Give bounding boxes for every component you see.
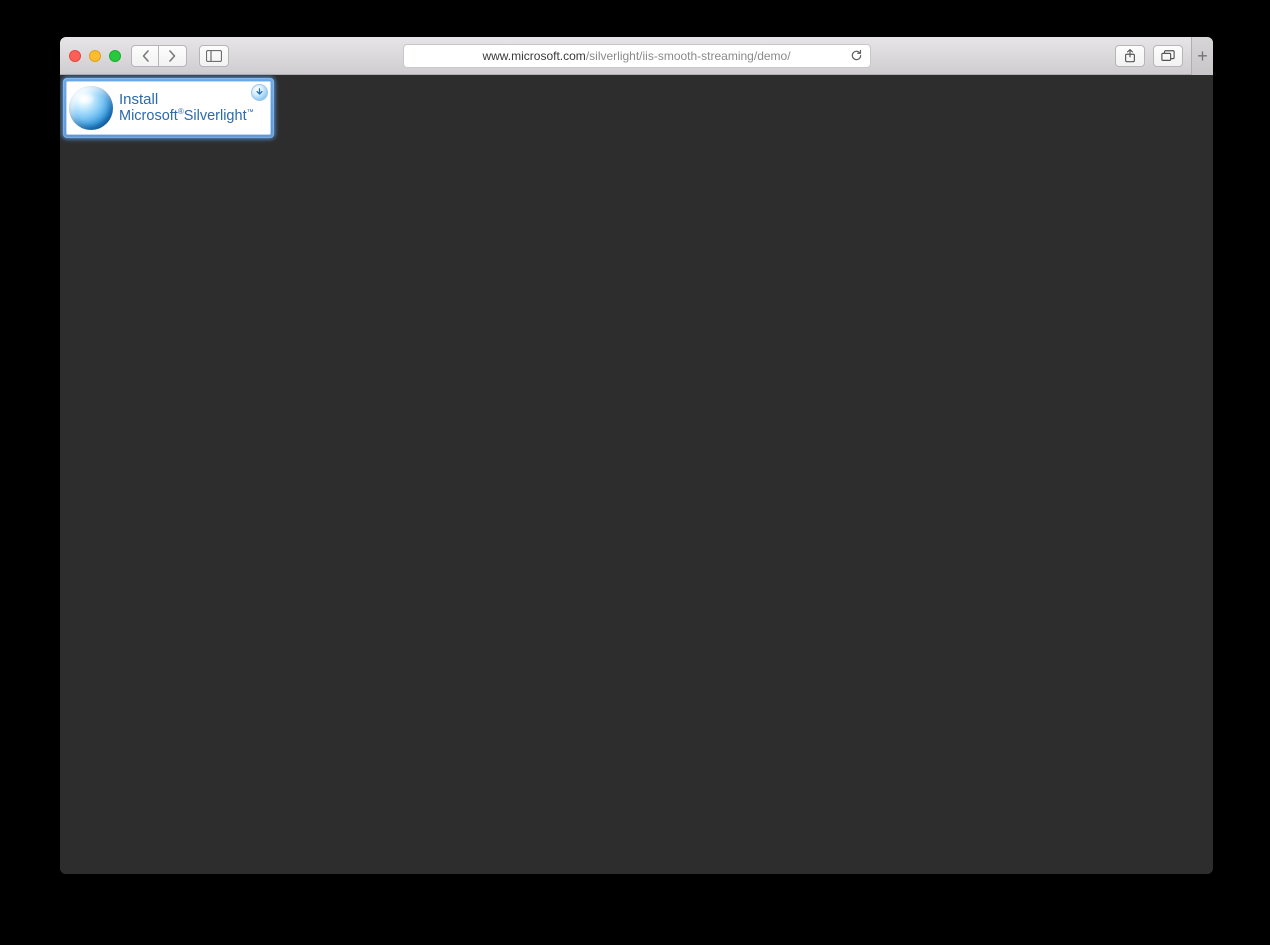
back-button[interactable] <box>131 45 159 67</box>
chevron-right-icon <box>168 50 177 62</box>
toolbar-right-group <box>1115 45 1183 67</box>
install-line2: Microsoft®Silverlight™ <box>119 108 254 124</box>
reload-icon <box>850 49 863 62</box>
safari-window: www.microsoft.com/silverlight/iis-smooth… <box>60 37 1213 874</box>
sidebar-icon <box>206 50 222 62</box>
page-viewport: Install Microsoft®Silverlight™ <box>60 75 1213 874</box>
close-window-button[interactable] <box>69 50 81 62</box>
address-bar[interactable]: www.microsoft.com/silverlight/iis-smooth… <box>403 44 871 68</box>
reload-button[interactable] <box>849 48 865 64</box>
share-icon <box>1123 49 1137 63</box>
url-host: www.microsoft.com/silverlight/iis-smooth… <box>482 49 790 63</box>
navigation-buttons <box>131 45 187 67</box>
plus-icon: + <box>1197 46 1208 67</box>
toolbar: www.microsoft.com/silverlight/iis-smooth… <box>60 37 1213 75</box>
tabs-icon <box>1161 49 1175 63</box>
tabs-overview-button[interactable] <box>1153 45 1183 67</box>
install-silverlight-text: Install Microsoft®Silverlight™ <box>119 92 254 125</box>
window-controls <box>69 50 121 62</box>
silverlight-sphere-icon <box>69 86 113 130</box>
minimize-window-button[interactable] <box>89 50 101 62</box>
share-button[interactable] <box>1115 45 1145 67</box>
zoom-window-button[interactable] <box>109 50 121 62</box>
install-line1: Install <box>119 92 254 108</box>
forward-button[interactable] <box>159 45 187 67</box>
sidebar-toggle-button[interactable] <box>199 45 229 67</box>
chevron-left-icon <box>141 50 150 62</box>
new-tab-button[interactable]: + <box>1191 37 1213 75</box>
install-silverlight-badge[interactable]: Install Microsoft®Silverlight™ <box>63 78 274 138</box>
install-silverlight-badge-inner: Install Microsoft®Silverlight™ <box>66 81 271 135</box>
download-icon <box>251 84 268 101</box>
